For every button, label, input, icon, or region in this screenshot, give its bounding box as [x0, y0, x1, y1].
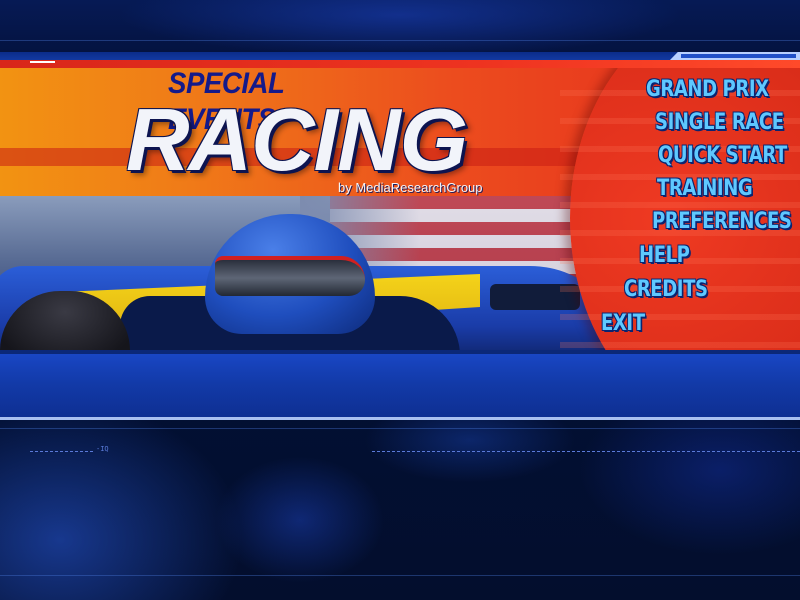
publisher-byline: by MediaResearchGroup: [338, 180, 483, 195]
game-title: RACING: [126, 90, 468, 189]
footer-dash-line: [30, 451, 94, 452]
menu-item-quick-start[interactable]: QUICK START: [658, 141, 787, 171]
menu-item-exit[interactable]: EXIT: [601, 309, 645, 339]
menu-item-grand-prix[interactable]: GRAND PRIX: [646, 75, 769, 105]
helmet-visor: [215, 256, 365, 296]
top-tick-mark: [30, 61, 55, 63]
bg-line: [0, 428, 800, 429]
bg-line: [0, 575, 800, 576]
menu-item-credits[interactable]: CREDITS: [624, 275, 708, 305]
race-car-photo: [0, 196, 640, 350]
footer-dash-line: [372, 451, 800, 452]
top-red-strip: [0, 60, 800, 68]
bottom-bar: [0, 350, 800, 420]
top-tech-bar: [0, 52, 800, 68]
footer-mark: -IQ: [96, 445, 109, 453]
menu-item-help[interactable]: HELP: [639, 241, 690, 271]
menu-item-preferences[interactable]: PREFERENCES: [652, 207, 792, 237]
menu-item-single-race[interactable]: SINGLE RACE: [655, 108, 784, 138]
top-notch: [670, 52, 800, 60]
bg-line: [0, 40, 800, 41]
menu-item-training[interactable]: TRAINING: [657, 174, 753, 204]
